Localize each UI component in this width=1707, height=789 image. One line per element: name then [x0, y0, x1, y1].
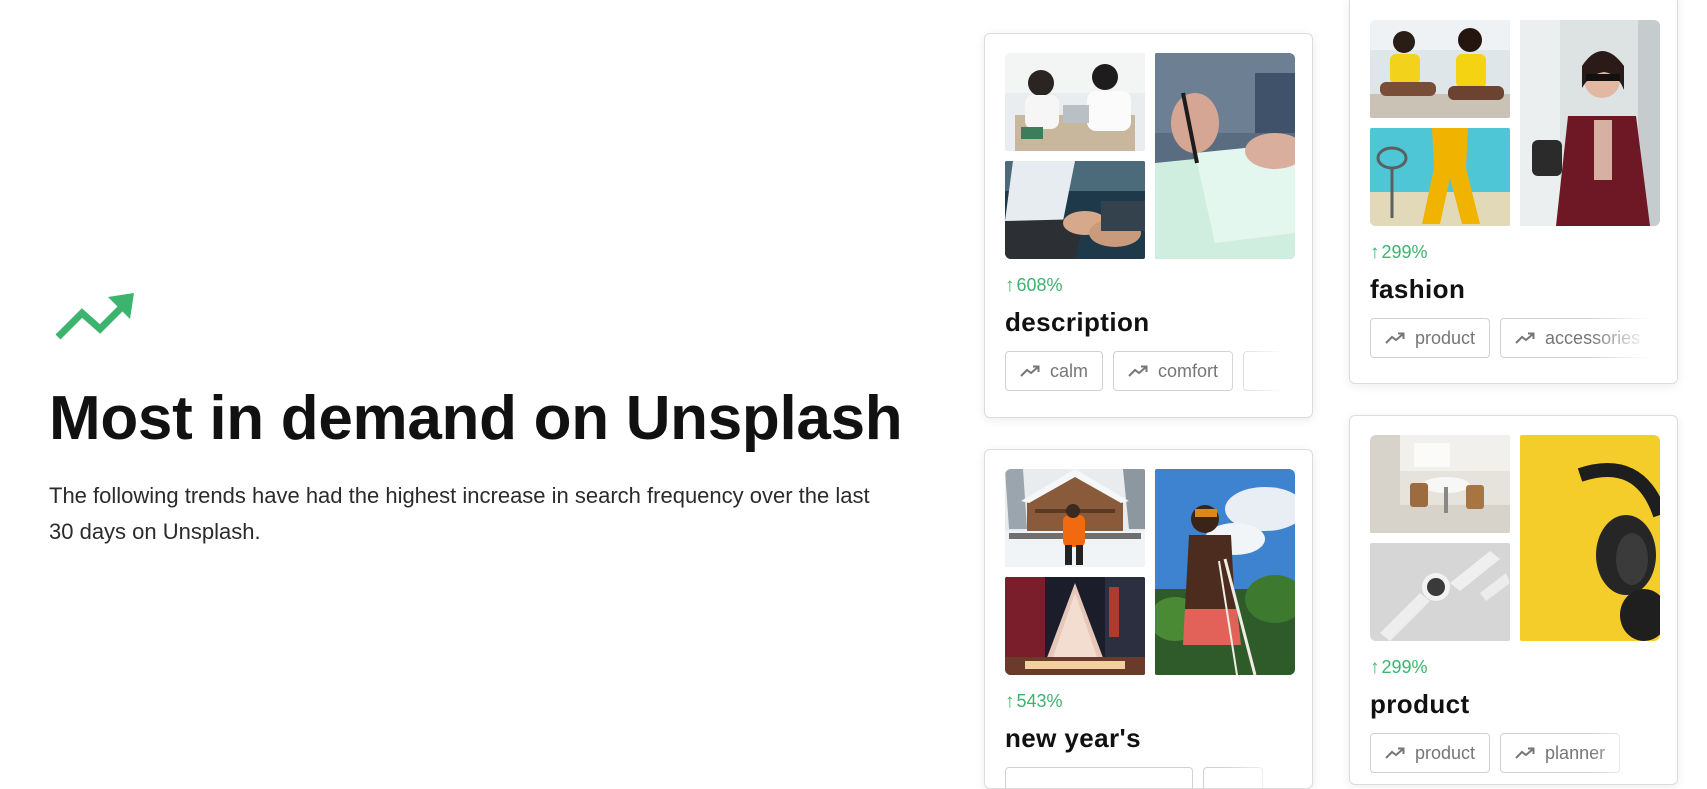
- dining-table-chairs-photo: [1370, 435, 1510, 533]
- topic-title[interactable]: new year's: [1005, 723, 1141, 754]
- related-tags: product planner: [1370, 733, 1660, 775]
- page-description: The following trends have had the highes…: [49, 483, 870, 544]
- trending-up-icon: [1128, 365, 1148, 377]
- typing-on-laptop-photo: [1005, 161, 1145, 259]
- topic-title[interactable]: description: [1005, 307, 1150, 338]
- image-collage: [1005, 469, 1295, 675]
- related-tags: [1005, 767, 1295, 788]
- tag-more[interactable]: [1203, 767, 1263, 788]
- tag-product[interactable]: product: [1370, 318, 1491, 358]
- growth-stat: ↑ 299%: [1370, 657, 1428, 679]
- growth-value: 299%: [1381, 242, 1428, 262]
- tag-comfort[interactable]: comfort: [1113, 351, 1234, 391]
- tag-accessories[interactable]: accessories: [1500, 318, 1656, 358]
- woman-in-burgundy-coat-photo: [1520, 20, 1660, 226]
- related-tags: product accessories: [1370, 318, 1660, 360]
- tag-label: accessories: [1545, 327, 1641, 348]
- tag-label: comfort: [1158, 360, 1219, 381]
- yellow-pants-photo: [1370, 128, 1510, 226]
- white-smartwatch-photo: [1370, 543, 1510, 641]
- image-collage: [1370, 20, 1660, 226]
- trend-card-fashion[interactable]: ↑ 299% fashion product accessories: [1349, 0, 1678, 384]
- trending-up-icon: [1385, 332, 1405, 344]
- growth-value: 608%: [1016, 275, 1063, 295]
- trend-card-product[interactable]: ↑ 299% product product planner: [1349, 415, 1678, 785]
- growth-value: 299%: [1381, 657, 1428, 677]
- women-in-yellow-outfits-photo: [1370, 20, 1510, 118]
- up-arrow-icon: ↑: [1370, 657, 1380, 678]
- trending-up-icon: [1020, 365, 1040, 377]
- related-tags: calm comfort: [1005, 351, 1295, 393]
- tag-label: product: [1415, 327, 1476, 348]
- tag-product[interactable]: product: [1370, 733, 1491, 773]
- radio-city-christmas-tree-photo: [1005, 577, 1145, 675]
- up-arrow-icon: ↑: [1370, 242, 1380, 263]
- trend-card-new-years[interactable]: ↑ 543% new year's: [984, 449, 1313, 789]
- trending-up-icon: [1385, 747, 1405, 759]
- trending-up-icon: [1515, 747, 1535, 759]
- image-collage: [1370, 435, 1660, 641]
- up-arrow-icon: ↑: [1005, 691, 1015, 712]
- page-title: Most in demand on Unsplash: [49, 384, 903, 453]
- black-headphones-on-yellow-photo: [1520, 435, 1660, 641]
- growth-stat: ↑ 299%: [1370, 242, 1428, 264]
- man-at-beach-with-rope-photo: [1155, 469, 1295, 675]
- growth-value: 543%: [1016, 691, 1063, 711]
- topic-title[interactable]: product: [1370, 689, 1470, 720]
- topic-title[interactable]: fashion: [1370, 274, 1465, 305]
- tag-label: product: [1415, 742, 1476, 763]
- snowy-cabin-photo: [1005, 469, 1145, 567]
- tag-label: calm: [1050, 360, 1089, 381]
- image-collage: [1005, 53, 1295, 259]
- tag-planner[interactable]: planner: [1500, 733, 1621, 773]
- growth-stat: ↑ 608%: [1005, 275, 1063, 297]
- tag-calm[interactable]: calm: [1005, 351, 1104, 391]
- trend-card-description[interactable]: ↑ 608% description calm comfort: [984, 33, 1313, 418]
- tag-more[interactable]: [1243, 351, 1295, 391]
- tag-label: planner: [1545, 742, 1606, 763]
- trending-up-icon: [55, 293, 134, 340]
- office-meeting-laptop-photo: [1005, 53, 1145, 151]
- growth-stat: ↑ 543%: [1005, 691, 1063, 713]
- trending-up-icon: [1515, 332, 1535, 344]
- up-arrow-icon: ↑: [1005, 275, 1015, 296]
- hand-writing-with-pen-photo: [1155, 53, 1295, 259]
- tag-item[interactable]: [1005, 767, 1193, 788]
